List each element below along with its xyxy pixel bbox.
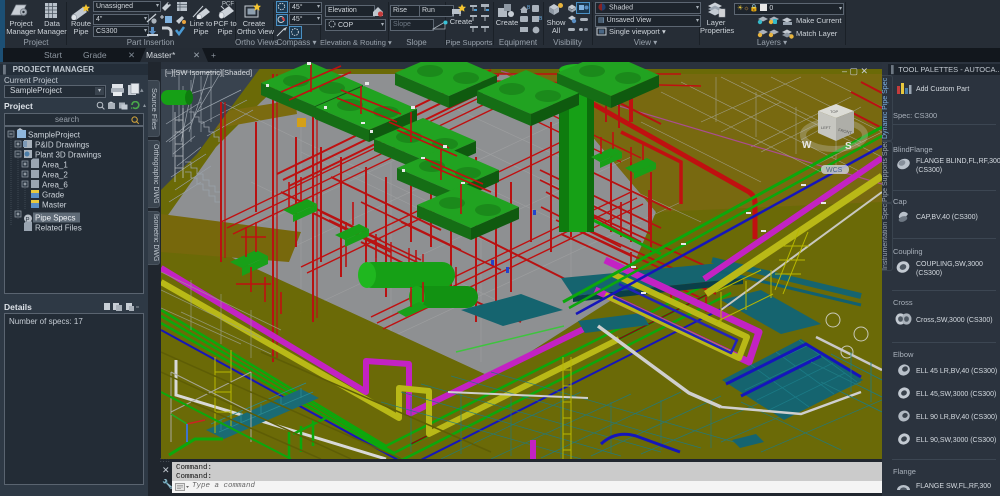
svg-text:S: S <box>845 141 852 152</box>
svg-text:WCS: WCS <box>826 167 843 174</box>
svg-text:SampleProject: SampleProject <box>28 131 81 140</box>
svg-text:Area_1: Area_1 <box>42 161 68 170</box>
svg-text:P&ID Drawings: P&ID Drawings <box>35 141 89 150</box>
svg-text:Grade: Grade <box>42 191 65 200</box>
svg-text:Master: Master <box>42 201 67 210</box>
svg-text:B: B <box>527 5 531 11</box>
svg-text:LEFT: LEFT <box>821 125 831 130</box>
svg-text:Related Files: Related Files <box>35 224 82 233</box>
svg-text:B: B <box>539 16 543 22</box>
svg-text:[–][SW Isometric][Shaded]: [–][SW Isometric][Shaded] <box>165 68 252 77</box>
svg-text:Plant 3D Drawings: Plant 3D Drawings <box>35 151 101 160</box>
svg-text:Area_2: Area_2 <box>42 171 68 180</box>
svg-text:TOP: TOP <box>830 109 838 114</box>
svg-text:W: W <box>802 140 812 151</box>
svg-text:Area_6: Area_6 <box>42 181 68 190</box>
svg-text:– ▢ ✕: – ▢ ✕ <box>842 66 868 76</box>
svg-text:Pipe Specs: Pipe Specs <box>35 214 75 223</box>
